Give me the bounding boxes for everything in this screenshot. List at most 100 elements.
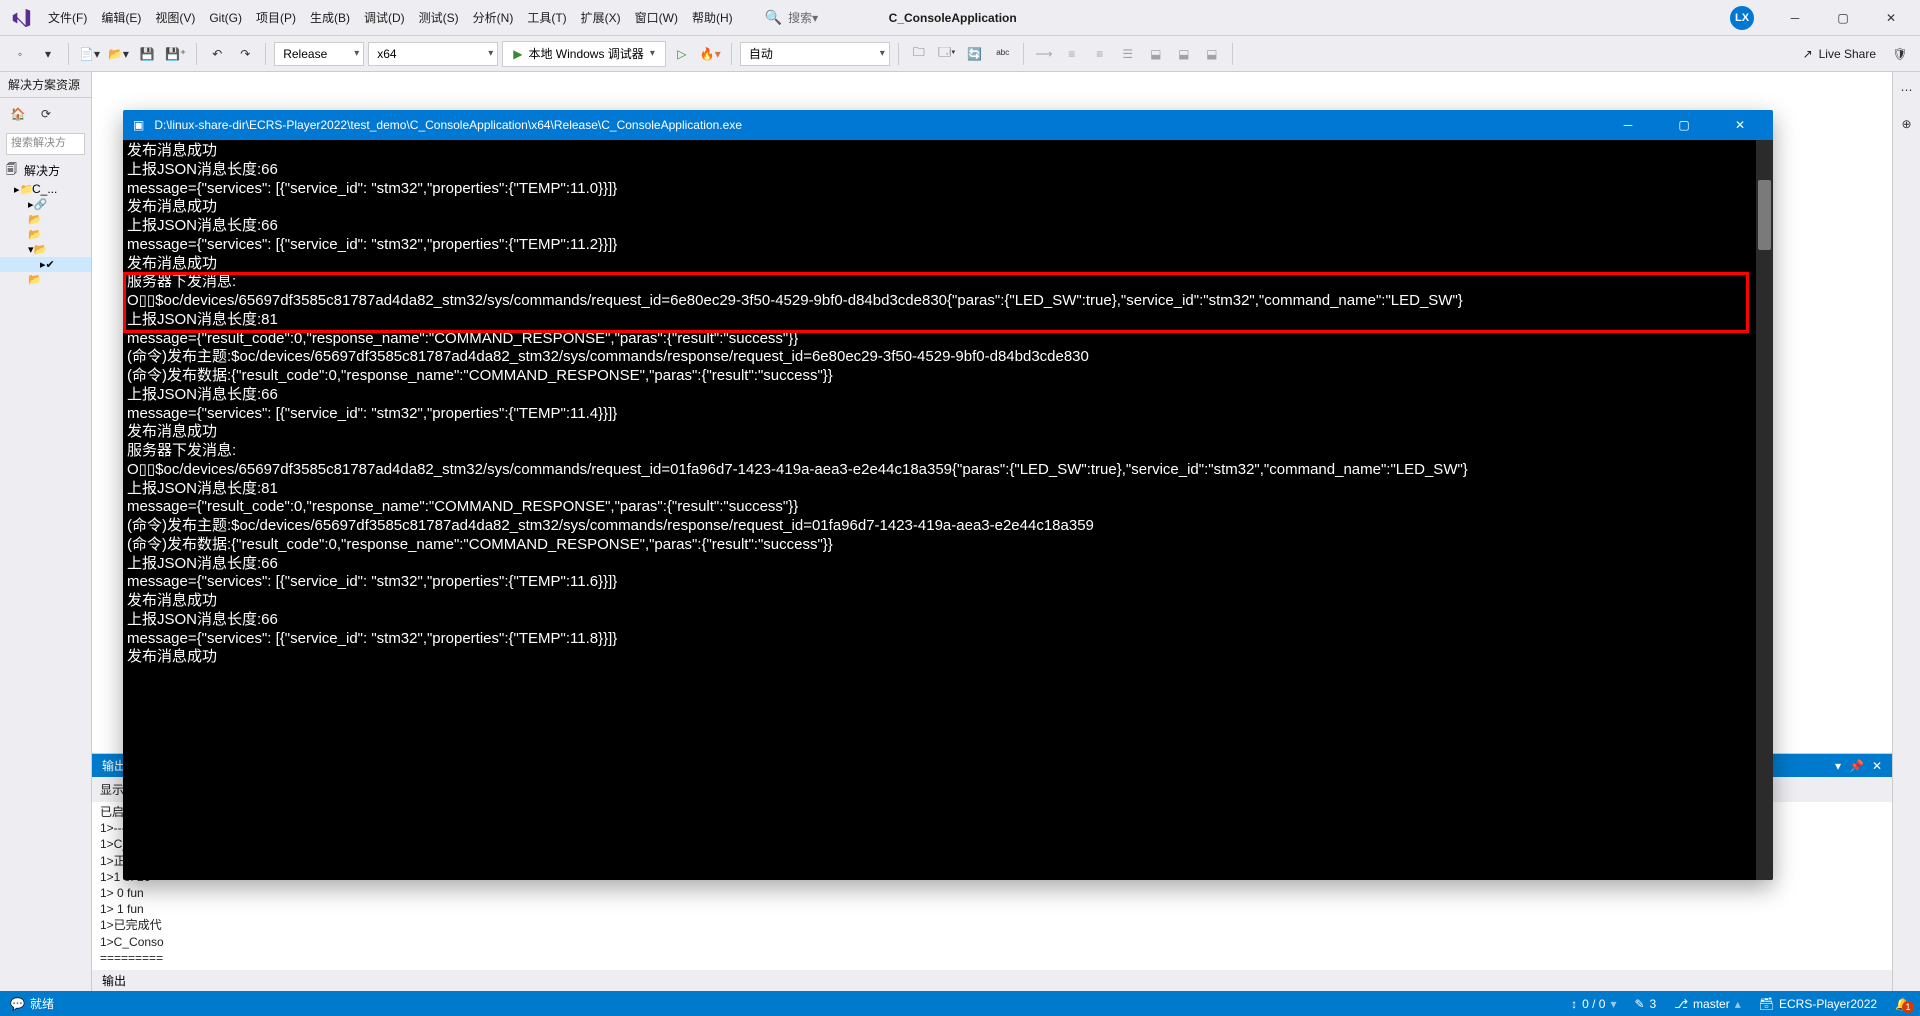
menu-test[interactable]: 测试(S): [413, 5, 465, 30]
start-without-debugging-button[interactable]: ▷: [670, 42, 694, 66]
close-button[interactable]: ✕: [1868, 0, 1914, 36]
console-line: message={"services": [{"service_id": "st…: [127, 405, 1769, 424]
menu-extensions[interactable]: 扩展(X): [575, 5, 627, 30]
sync-button[interactable]: 🔄: [963, 42, 987, 66]
menu-build[interactable]: 生成(B): [304, 5, 356, 30]
console-minimize-button[interactable]: ─: [1605, 110, 1651, 140]
refresh-button[interactable]: ⟳: [34, 102, 58, 126]
menu-tools[interactable]: 工具(T): [521, 5, 572, 30]
solution-explorer-title: 解决方案资源: [0, 72, 91, 98]
tool-7-button[interactable]: ⬓: [1200, 42, 1224, 66]
folder-button[interactable]: 🗀: [907, 42, 931, 66]
undo-button[interactable]: ↶: [205, 42, 229, 66]
tree-project[interactable]: ▸📁C_...: [0, 181, 91, 197]
menu-git[interactable]: Git(G): [203, 7, 248, 29]
console-line: (命令)发布主题:$oc/devices/65697df3585c81787ad…: [127, 348, 1769, 367]
tree-item[interactable]: 📂: [0, 272, 91, 287]
save-button[interactable]: 💾: [135, 42, 159, 66]
forward-button[interactable]: ▾: [36, 42, 60, 66]
console-line: 上报JSON消息长度:81: [127, 480, 1769, 499]
output-tab[interactable]: 输出: [92, 970, 1892, 991]
chevron-down-icon[interactable]: ▾: [1835, 759, 1841, 773]
output-line: =========: [100, 950, 1884, 966]
console-scroll-thumb[interactable]: [1758, 180, 1771, 250]
main-toolbar: ◦ ▾ 📄▾ 📂▾ 💾 💾⁺ ↶ ↷ Release x64 ▶ 本地 Wind…: [0, 36, 1920, 72]
global-search[interactable]: 🔍 搜索▾: [765, 9, 875, 26]
window-layout-button[interactable]: 🗔▾: [935, 42, 959, 66]
tree-item[interactable]: 📂: [0, 212, 91, 227]
tool-3-button[interactable]: ≡: [1088, 42, 1112, 66]
filter-icon: 📂: [28, 273, 42, 286]
chevron-down-icon: ▾: [650, 48, 655, 59]
hot-reload-button[interactable]: 🔥▾: [698, 42, 723, 66]
menu-edit[interactable]: 编辑(E): [95, 5, 147, 30]
console-line: message={"result_code":0,"response_name"…: [127, 498, 1769, 517]
tool-5-button[interactable]: ⬓: [1144, 42, 1168, 66]
c-file-icon: ▸✔: [40, 258, 54, 271]
console-titlebar[interactable]: ▣ D:\linux-share-dir\ECRS-Player2022\tes…: [123, 110, 1773, 140]
console-body[interactable]: 发布消息成功上报JSON消息长度:66 message={"services": …: [123, 140, 1773, 880]
toolbox-tab[interactable]: ⊕: [1895, 112, 1919, 136]
menu-help[interactable]: 帮助(H): [686, 5, 739, 30]
solution-search-input[interactable]: 搜索解决方: [6, 133, 85, 155]
console-line: 上报JSON消息长度:66: [127, 217, 1769, 236]
start-debugging-button[interactable]: ▶ 本地 Windows 调试器 ▾: [502, 41, 666, 67]
menu-view[interactable]: 视图(V): [149, 5, 201, 30]
console-close-button[interactable]: ✕: [1717, 110, 1763, 140]
menu-file[interactable]: 文件(F): [42, 5, 93, 30]
status-bar: 💬 就绪 ↕ 0 / 0 ▾ ✎ 3 ⎇ master ▴ 🗃 ECRS-Pla…: [0, 991, 1920, 1016]
status-repo[interactable]: 🗃 ECRS-Player2022: [1759, 997, 1877, 1011]
status-changes[interactable]: ✎ 3: [1634, 997, 1656, 1011]
status-errors[interactable]: ↕ 0 / 0 ▾: [1571, 997, 1616, 1011]
pin-icon[interactable]: 📌: [1849, 759, 1864, 773]
solution-explorer-pane: 解决方案资源 🏠 ⟳ 搜索解决方 🗐解决方 ▸📁C_... ▸🔗 📂 📂 ▾📂 …: [0, 72, 92, 991]
tree-item[interactable]: ▾📂: [0, 242, 91, 257]
menu-project[interactable]: 项目(P): [250, 5, 302, 30]
back-button[interactable]: ◦: [8, 42, 32, 66]
tool-6-button[interactable]: ⬓: [1172, 42, 1196, 66]
console-line: 服务器下发消息:: [127, 442, 1769, 461]
console-scrollbar[interactable]: [1756, 140, 1773, 880]
auto-combo[interactable]: 自动: [740, 42, 890, 66]
solution-tree[interactable]: 🗐解决方 ▸📁C_... ▸🔗 📂 📂 ▾📂 ▸✔ 📂: [0, 158, 91, 289]
console-line: 发布消息成功: [127, 198, 1769, 217]
tool-1-button[interactable]: ⟶: [1032, 42, 1056, 66]
live-share-button[interactable]: ↗ Live Share: [1795, 47, 1884, 61]
vs-logo-icon: [10, 7, 32, 29]
tree-item[interactable]: 📂: [0, 227, 91, 242]
search-icon: 🔍: [765, 9, 782, 26]
console-title: D:\linux-share-dir\ECRS-Player2022\test_…: [154, 118, 742, 132]
console-line: 发布消息成功: [127, 592, 1769, 611]
user-avatar[interactable]: LX: [1730, 6, 1754, 30]
maximize-button[interactable]: ▢: [1820, 0, 1866, 36]
status-notifications[interactable]: 🔔 1: [1895, 997, 1910, 1011]
tool-2-button[interactable]: ≡: [1060, 42, 1084, 66]
props-tab[interactable]: ⋯: [1895, 78, 1919, 102]
tool-4-button[interactable]: ☰: [1116, 42, 1140, 66]
folder-icon: 📂: [28, 228, 42, 241]
spell-button[interactable]: ᵃᵇᶜ: [991, 42, 1015, 66]
repo-icon: 🗃: [1759, 997, 1774, 1011]
tree-item[interactable]: ▸🔗: [0, 197, 91, 212]
console-line: 上报JSON消息长度:81: [127, 311, 1769, 330]
menu-debug[interactable]: 调试(D): [358, 5, 411, 30]
close-icon[interactable]: ✕: [1872, 759, 1882, 773]
new-item-button[interactable]: 📄▾: [77, 42, 102, 66]
notification-badge: 1: [1902, 1001, 1914, 1013]
admin-button[interactable]: 🛡: [1888, 42, 1912, 66]
console-line: (命令)发布数据:{"result_code":0,"response_name…: [127, 536, 1769, 555]
redo-button[interactable]: ↷: [233, 42, 257, 66]
config-combo[interactable]: Release: [274, 42, 364, 66]
status-branch[interactable]: ⎇ master ▴: [1674, 997, 1741, 1011]
save-all-button[interactable]: 💾⁺: [163, 42, 188, 66]
console-line: O▯▯$oc/devices/65697df3585c81787ad4da82_…: [127, 461, 1769, 480]
platform-combo[interactable]: x64: [368, 42, 498, 66]
menu-analyze[interactable]: 分析(N): [467, 5, 520, 30]
home-button[interactable]: 🏠: [6, 102, 30, 126]
minimize-button[interactable]: ─: [1772, 0, 1818, 36]
tree-root[interactable]: 🗐解决方: [0, 160, 91, 181]
menu-window[interactable]: 窗口(W): [629, 5, 684, 30]
console-maximize-button[interactable]: ▢: [1661, 110, 1707, 140]
open-button[interactable]: 📂▾: [106, 42, 131, 66]
tree-item-selected[interactable]: ▸✔: [0, 257, 91, 272]
